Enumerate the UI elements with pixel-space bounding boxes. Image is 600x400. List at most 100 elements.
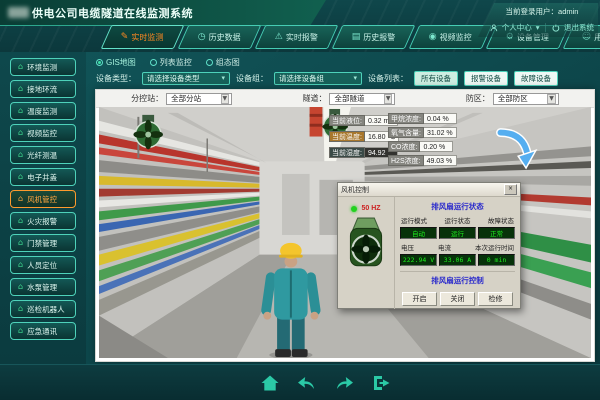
fan-frequency-label: 50 HZ: [361, 205, 380, 212]
home-icon: ⌂: [18, 327, 23, 335]
sidebar-item-fire-alarm[interactable]: ⌂火灾报警: [10, 212, 76, 230]
sidebar-item-environment[interactable]: ⌂环境监测: [10, 58, 76, 76]
chevron-down-icon: ▾: [353, 74, 357, 82]
device-group-label: 设备组：: [236, 73, 268, 84]
redacted-company-name: [8, 7, 29, 18]
logout-link[interactable]: 退出系统: [564, 22, 594, 33]
home-icon: ⌂: [18, 261, 23, 269]
divider: │: [544, 23, 549, 32]
runtime-label: 本次运行时间: [475, 242, 514, 252]
home-icon: ⌂: [18, 217, 23, 225]
home-icon[interactable]: [260, 374, 280, 392]
header: 供电公司电缆隧道在线监测系统 ✎实时监测 ◷历史数据 ⚠实时报警 ▤历史报警 ◉…: [0, 0, 600, 52]
sidebar-item-access-control[interactable]: ⌂门禁管理: [10, 234, 76, 252]
fan-maintain-button[interactable]: 检修: [478, 292, 513, 306]
home-icon: ⌂: [18, 195, 23, 203]
alarm-icon: ⚠: [275, 33, 283, 42]
radio-dot: [96, 59, 103, 66]
forward-icon[interactable]: [334, 374, 354, 392]
zone-label: 防区：: [466, 93, 490, 104]
sidebar-item-inspection-robot[interactable]: ⌂巡检机器人: [10, 300, 76, 318]
fan-control-dialog: 风机控制 × 50 HZ: [337, 182, 521, 309]
home-icon: ⌂: [18, 85, 23, 93]
back-icon[interactable]: [297, 374, 317, 392]
sidebar-item-emergency-comm[interactable]: ⌂应急通讯: [10, 322, 76, 340]
fan-running-indicator: [351, 206, 357, 212]
dropdown-caret-icon: ▼: [384, 94, 393, 104]
home-icon: ⌂: [18, 63, 23, 71]
radio-gis-map[interactable]: GIS地图: [96, 57, 136, 68]
current-label: 电流: [438, 242, 451, 252]
home-icon: ⌂: [18, 129, 23, 137]
station-filter-row: 分控站： 全部分站▼ 隧道： 全部隧道▼ 防区： 全部防区▼: [96, 90, 594, 108]
camera-icon: ◉: [429, 33, 437, 42]
home-icon: ⌂: [18, 283, 23, 291]
exit-icon[interactable]: [371, 374, 391, 392]
sidebar-item-manhole-cover[interactable]: ⌂电子井盖: [10, 168, 76, 186]
home-icon: ⌂: [18, 239, 23, 247]
runtime-display: 0 min: [478, 254, 515, 266]
fan-status-header: 排风扇运行状态: [400, 201, 515, 212]
dialog-titlebar: 风机控制 ×: [338, 183, 520, 197]
tunnel-select[interactable]: 全部隧道▼: [329, 93, 395, 105]
co-metric: CO浓度:0.20 %: [388, 141, 457, 152]
divider: [400, 271, 515, 272]
h2s-metric: H2S浓度:49.03 %: [388, 155, 457, 166]
run-mode-label: 运行模式: [401, 215, 427, 225]
tab-history-data[interactable]: ◷历史数据: [178, 25, 262, 49]
tunnel-label: 隧道：: [302, 93, 326, 104]
fault-devices-button[interactable]: 故障设备: [514, 71, 558, 86]
alarm-log-icon: ▤: [352, 33, 361, 42]
tab-label: 历史数据: [209, 32, 241, 43]
dialog-title: 风机控制: [341, 185, 369, 195]
close-icon[interactable]: ×: [504, 184, 517, 195]
title-banner: 供电公司电缆隧道在线监测系统: [0, 0, 326, 26]
device-list-label: 设备列表：: [368, 73, 408, 84]
profile-link[interactable]: 个人中心: [502, 22, 532, 33]
sidebar-item-fan-control[interactable]: ⌂风机管控: [10, 190, 76, 208]
device-group-select[interactable]: 请选择设备组▾: [274, 72, 362, 85]
tab-label: 视频监控: [440, 32, 472, 43]
radio-scada-view[interactable]: 组态图: [206, 57, 240, 68]
run-state-label: 运行状态: [445, 215, 471, 225]
dropdown-caret-icon: ▼: [221, 94, 230, 104]
sidebar-item-temperature[interactable]: ⌂温度监测: [10, 102, 76, 120]
sidebar-item-personnel-location[interactable]: ⌂人员定位: [10, 256, 76, 274]
tab-label: 历史报警: [363, 32, 395, 43]
fan-graphic-pane: 50 HZ: [338, 197, 395, 309]
run-state-display: 运行: [439, 227, 476, 239]
app-root: 供电公司电缆隧道在线监测系统 ✎实时监测 ◷历史数据 ⚠实时报警 ▤历史报警 ◉…: [0, 0, 600, 400]
device-type-select[interactable]: 请选择设备类型▾: [142, 72, 230, 85]
tab-label: 实时报警: [286, 32, 318, 43]
sidebar-item-ground-current[interactable]: ⌂接地环流: [10, 80, 76, 98]
oxygen-metric: 氧气含量:31.02 %: [388, 127, 457, 138]
fan-start-button[interactable]: 开启: [402, 292, 437, 306]
fan-stop-button[interactable]: 关闭: [440, 292, 475, 306]
sidebar-item-fiber-temp[interactable]: ⌂光纤测温: [10, 146, 76, 164]
fault-state-display: 正常: [478, 227, 515, 239]
sidebar-item-water-pump[interactable]: ⌂水泵管理: [10, 278, 76, 296]
station-select[interactable]: 全部分站▼: [166, 93, 232, 105]
fan-status-pane: 排风扇运行状态 运行模式 运行状态 故障状态 自动 运行 正常 电压 电流 本次…: [395, 197, 520, 309]
tab-video-monitor[interactable]: ◉视频监控: [409, 25, 493, 49]
alarm-devices-button[interactable]: 报警设备: [464, 71, 508, 86]
all-devices-button[interactable]: 所有设备: [414, 71, 458, 86]
chevron-down-icon: ▾: [536, 23, 540, 32]
user-box: 当前登录用户：admin 个人中心 ▾ │ 退出系统: [478, 3, 598, 37]
zone-select[interactable]: 全部防区▼: [493, 93, 559, 105]
radio-list-monitor[interactable]: 列表监控: [150, 57, 192, 68]
home-icon: ⌂: [18, 305, 23, 313]
radio-dot: [150, 59, 157, 66]
radio-dot: [206, 59, 213, 66]
tab-realtime-alarm[interactable]: ⚠实时报警: [255, 25, 339, 49]
voltage-display: 222.94 V: [400, 254, 437, 266]
sidebar-item-video[interactable]: ⌂视频监控: [10, 124, 76, 142]
device-filter-row: 设备类型： 请选择设备类型▾ 设备组： 请选择设备组▾ 设备列表： 所有设备 报…: [86, 69, 600, 87]
current-user-label: 当前登录用户：admin: [490, 6, 594, 17]
fan-icon: [345, 216, 387, 272]
current-display: 33.06 A: [439, 254, 476, 266]
home-icon: ⌂: [18, 107, 23, 115]
tab-history-alarm[interactable]: ▤历史报警: [332, 25, 416, 49]
methane-metric: 甲烷浓度:0.04 %: [388, 113, 457, 124]
tab-realtime-monitor[interactable]: ✎实时监测: [101, 25, 185, 49]
